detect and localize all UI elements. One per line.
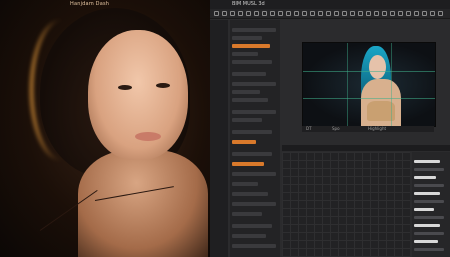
property-row[interactable] bbox=[232, 72, 266, 76]
property-row[interactable] bbox=[232, 182, 258, 186]
property-row[interactable] bbox=[232, 192, 268, 196]
viewer-label: Spo bbox=[332, 126, 340, 131]
property-row[interactable] bbox=[232, 82, 276, 86]
left-eye bbox=[118, 85, 132, 90]
layer-item[interactable] bbox=[414, 160, 440, 163]
export-icon[interactable] bbox=[350, 11, 355, 16]
right-eye bbox=[156, 83, 170, 88]
menu-icon[interactable] bbox=[430, 11, 435, 16]
layer-item[interactable] bbox=[414, 192, 440, 195]
fullscreen-icon[interactable] bbox=[422, 11, 427, 16]
layer-item[interactable] bbox=[414, 232, 444, 235]
lips bbox=[135, 132, 161, 141]
eraser-icon[interactable] bbox=[238, 11, 243, 16]
layer-item[interactable] bbox=[414, 224, 440, 227]
guide-line bbox=[303, 98, 435, 99]
layer-item[interactable] bbox=[414, 184, 444, 187]
layer-item[interactable] bbox=[414, 168, 444, 171]
property-row[interactable] bbox=[232, 28, 276, 32]
property-row[interactable] bbox=[232, 60, 272, 64]
history-icon[interactable] bbox=[382, 11, 387, 16]
select-icon[interactable] bbox=[222, 11, 227, 16]
viewer-status-bar: DT Spo Highlight bbox=[302, 126, 434, 132]
window-title: BIM MUSL 3d bbox=[232, 1, 265, 7]
property-row[interactable] bbox=[232, 36, 262, 40]
grid-icon[interactable] bbox=[326, 11, 331, 16]
guide-line bbox=[303, 71, 435, 72]
layer-item[interactable] bbox=[414, 248, 444, 251]
property-row[interactable] bbox=[232, 224, 272, 228]
title-bar: BIM MUSL 3d bbox=[210, 0, 450, 9]
layers-panel bbox=[412, 152, 450, 257]
layer-item[interactable] bbox=[414, 176, 436, 179]
property-slider-active[interactable] bbox=[232, 162, 264, 166]
property-row[interactable] bbox=[232, 152, 272, 156]
property-slider-active[interactable] bbox=[232, 140, 256, 144]
info-icon[interactable] bbox=[390, 11, 395, 16]
photo-caption: Hanjdam Dash bbox=[70, 1, 110, 7]
layer-item[interactable] bbox=[414, 240, 438, 243]
settings-icon[interactable] bbox=[358, 11, 363, 16]
zoom-icon[interactable] bbox=[254, 11, 259, 16]
close-icon[interactable] bbox=[438, 11, 443, 16]
mask-icon[interactable] bbox=[294, 11, 299, 16]
property-slider-active[interactable] bbox=[232, 44, 270, 48]
property-row[interactable] bbox=[232, 90, 260, 94]
crop-icon[interactable] bbox=[246, 11, 251, 16]
guide-line bbox=[391, 43, 392, 126]
layer-icon[interactable] bbox=[286, 11, 291, 16]
property-row[interactable] bbox=[232, 202, 276, 206]
property-row[interactable] bbox=[232, 98, 268, 102]
layer-item[interactable] bbox=[414, 200, 444, 203]
property-row[interactable] bbox=[232, 130, 272, 134]
face bbox=[88, 30, 188, 160]
layer-item[interactable] bbox=[414, 216, 444, 219]
layer-item[interactable] bbox=[414, 208, 434, 211]
property-row[interactable] bbox=[232, 212, 262, 216]
timeline-graph[interactable] bbox=[282, 152, 410, 257]
neck-shoulders bbox=[78, 150, 208, 257]
viewer-face bbox=[369, 55, 386, 79]
search-icon[interactable] bbox=[398, 11, 403, 16]
screen: Hanjdam Dash BIM MUSL 3d DT Spo Highligh… bbox=[0, 0, 450, 257]
guide-line bbox=[347, 43, 348, 126]
panel-divider bbox=[282, 145, 450, 151]
image-viewer[interactable] bbox=[302, 42, 436, 127]
properties-panel bbox=[230, 20, 280, 257]
view-icon[interactable] bbox=[414, 11, 419, 16]
move-icon[interactable] bbox=[214, 11, 219, 16]
viewer-label: DT bbox=[306, 126, 312, 131]
viewer-label: Highlight bbox=[368, 126, 387, 131]
brush-icon[interactable] bbox=[230, 11, 235, 16]
shape-icon[interactable] bbox=[278, 11, 283, 16]
render-icon[interactable] bbox=[342, 11, 347, 16]
hand-icon[interactable] bbox=[262, 11, 267, 16]
toolbar bbox=[210, 9, 450, 19]
undo-icon[interactable] bbox=[366, 11, 371, 16]
text-icon[interactable] bbox=[270, 11, 275, 16]
reference-photo: Hanjdam Dash bbox=[0, 0, 210, 257]
tool-sidebar bbox=[210, 20, 228, 257]
property-row[interactable] bbox=[232, 52, 258, 56]
property-row[interactable] bbox=[232, 244, 276, 248]
property-row[interactable] bbox=[232, 234, 266, 238]
guide-icon[interactable] bbox=[334, 11, 339, 16]
adjust-icon[interactable] bbox=[310, 11, 315, 16]
property-row[interactable] bbox=[232, 110, 276, 114]
editor-window: BIM MUSL 3d DT Spo Highlight bbox=[210, 0, 450, 257]
filter-icon[interactable] bbox=[302, 11, 307, 16]
color-icon[interactable] bbox=[318, 11, 323, 16]
share-icon[interactable] bbox=[406, 11, 411, 16]
property-row[interactable] bbox=[232, 172, 276, 176]
redo-icon[interactable] bbox=[374, 11, 379, 16]
property-row[interactable] bbox=[232, 118, 262, 122]
rim-light bbox=[30, 20, 93, 160]
